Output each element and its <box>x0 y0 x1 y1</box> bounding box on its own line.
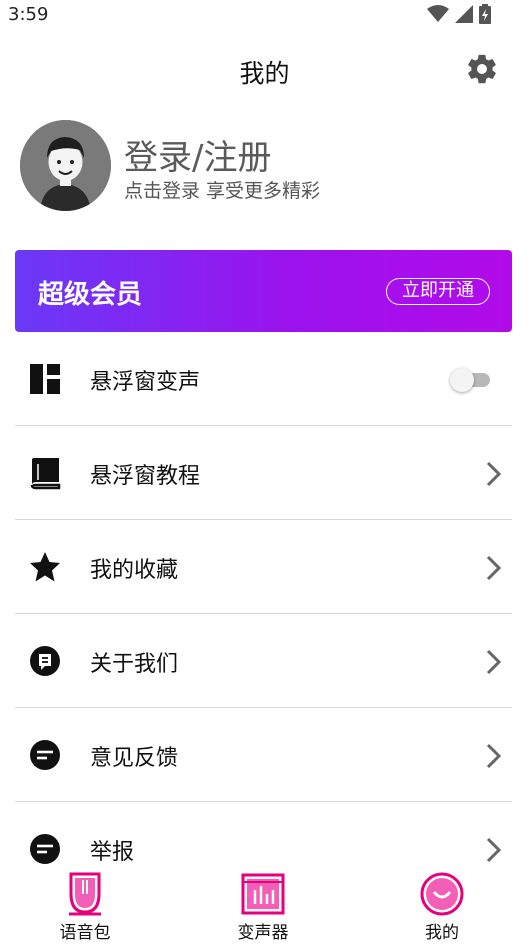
menu-label: 悬浮窗教程 <box>90 464 201 489</box>
menu-item-favorites[interactable]: 我的收藏 <box>15 520 512 614</box>
about-icon <box>30 646 60 676</box>
menu-label: 关于我们 <box>90 652 179 677</box>
vip-title: 超级会员 <box>38 280 143 310</box>
avatar-person-icon <box>20 120 111 211</box>
dashboard-icon <box>30 364 60 394</box>
status-bar: 3:59 <box>0 0 529 30</box>
chevron-right-icon <box>486 837 502 863</box>
tab-mine[interactable]: 我的 <box>392 872 492 944</box>
wifi-icon <box>427 5 449 22</box>
profile-subtitle: 点击登录 享受更多精彩 <box>124 180 321 202</box>
menu-list: 悬浮窗变声 悬浮窗教程 我的收藏 关于我们 意见反馈 举报 <box>15 332 512 896</box>
profile-face-icon <box>420 872 464 916</box>
status-time: 3:59 <box>8 4 49 25</box>
chevron-right-icon <box>486 649 502 675</box>
gear-icon <box>468 54 496 84</box>
toggle-thumb <box>450 368 474 392</box>
feedback-icon <box>30 740 60 770</box>
menu-item-floating-tutorial[interactable]: 悬浮窗教程 <box>15 426 512 520</box>
voice-pack-icon <box>69 872 101 916</box>
menu-item-floating-voice[interactable]: 悬浮窗变声 <box>15 332 512 426</box>
star-icon <box>30 552 60 582</box>
menu-label: 意见反馈 <box>90 746 179 771</box>
menu-item-about[interactable]: 关于我们 <box>15 614 512 708</box>
tab-voice-pack[interactable]: 语音包 <box>35 872 135 944</box>
bottom-tab-bar: 语音包 变声器 我的 <box>0 864 529 944</box>
tab-label: 我的 <box>425 923 459 943</box>
menu-label: 我的收藏 <box>90 558 179 583</box>
vip-banner[interactable]: 超级会员 立即开通 <box>15 250 512 332</box>
tab-voice-changer[interactable]: 变声器 <box>213 872 313 944</box>
voice-changer-icon <box>241 873 285 915</box>
tab-label: 变声器 <box>237 923 289 943</box>
menu-label: 悬浮窗变声 <box>90 370 201 395</box>
avatar[interactable] <box>20 120 111 211</box>
book-icon <box>30 458 61 490</box>
report-icon <box>30 834 60 864</box>
battery-icon <box>479 4 491 24</box>
tab-label: 语音包 <box>59 923 111 943</box>
menu-label: 举报 <box>90 840 135 865</box>
chevron-right-icon <box>486 555 502 581</box>
chevron-right-icon <box>486 461 502 487</box>
login-register-link[interactable]: 登录/注册 <box>124 130 271 179</box>
menu-item-feedback[interactable]: 意见反馈 <box>15 708 512 802</box>
status-icons <box>427 4 491 24</box>
settings-button[interactable] <box>465 52 499 86</box>
chevron-right-icon <box>486 743 502 769</box>
floating-voice-toggle[interactable] <box>450 367 496 392</box>
profile-section[interactable]: 登录/注册 点击登录 享受更多精彩 <box>20 120 500 212</box>
signal-icon <box>455 5 473 23</box>
page-title: 我的 <box>239 59 290 88</box>
vip-subscribe-button[interactable]: 立即开通 <box>386 278 490 305</box>
app-header: 我的 <box>0 44 529 98</box>
